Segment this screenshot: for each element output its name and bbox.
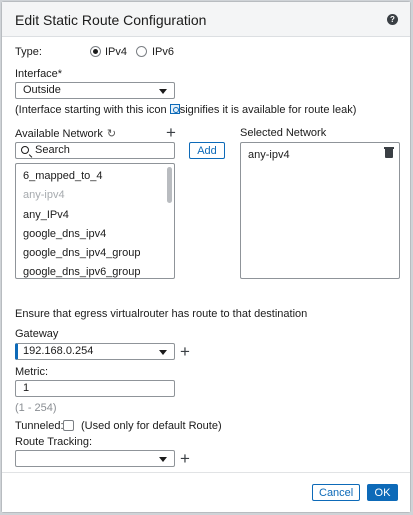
interface-select[interactable]: Outside — [15, 82, 175, 99]
help-icon[interactable]: ? — [387, 14, 398, 25]
dialog-footer: Cancel OK — [2, 472, 410, 512]
list-scrollbar[interactable] — [167, 167, 172, 203]
dialog-header: Edit Static Route Configuration ? — [2, 2, 410, 37]
add-gateway-icon[interactable]: + — [180, 343, 190, 360]
route-leak-note-after: signifies it is available for route leak… — [179, 104, 357, 116]
network-search-input[interactable]: Search — [15, 142, 175, 159]
list-item[interactable]: google_dns_ipv4 — [23, 228, 106, 240]
route-tracking-label: Route Tracking: — [15, 436, 93, 448]
gateway-label: Gateway — [15, 328, 59, 340]
ipv4-radio-label[interactable]: IPv4 — [105, 46, 127, 58]
search-icon — [21, 146, 29, 154]
selected-network-item: any-ipv4 — [248, 149, 290, 161]
route-leak-note-before: (Interface starting with this icon — [15, 104, 170, 116]
route-leak-icon — [169, 104, 180, 114]
route-tracking-select[interactable] — [15, 450, 175, 467]
network-search-placeholder: Search — [35, 144, 70, 156]
interface-label: Interface* — [15, 68, 63, 80]
selected-network-list: any-ipv4 — [240, 142, 400, 279]
egress-note: Ensure that egress virtualrouter has rou… — [15, 308, 308, 320]
tunneled-label: Tunneled: — [15, 420, 64, 432]
gateway-select-value: 192.168.0.254 — [23, 345, 94, 357]
ipv6-radio[interactable] — [136, 46, 147, 57]
ipv4-radio[interactable] — [90, 46, 101, 57]
list-item: any-ipv4 — [23, 189, 65, 201]
interface-select-value: Outside — [23, 84, 61, 96]
gateway-select[interactable]: 192.168.0.254 — [15, 343, 175, 360]
type-label: Type: — [15, 46, 42, 58]
trash-icon[interactable] — [384, 147, 394, 158]
metric-input-value: 1 — [23, 382, 30, 394]
available-network-heading: Available Network ↻ — [15, 127, 116, 140]
tunneled-note: (Used only for default Route) — [81, 420, 222, 432]
ok-button[interactable]: OK — [367, 484, 398, 501]
available-network-label: Available Network — [15, 128, 103, 140]
refresh-icon[interactable]: ↻ — [107, 127, 116, 140]
chevron-down-icon — [159, 89, 167, 94]
metric-label: Metric: — [15, 366, 48, 378]
list-item[interactable]: any_IPv4 — [23, 209, 69, 221]
list-item[interactable]: google_dns_ipv4_group — [23, 247, 140, 259]
list-item[interactable]: google_dns_ipv6_group — [23, 266, 140, 278]
dialog-title: Edit Static Route Configuration — [15, 12, 207, 28]
add-network-object-icon[interactable]: + — [166, 124, 176, 141]
metric-range-hint: (1 - 254) — [15, 402, 57, 414]
available-network-list[interactable]: 6_mapped_to_4 any-ipv4 any_IPv4 google_d… — [15, 163, 175, 279]
chevron-down-icon — [159, 350, 167, 355]
metric-input[interactable]: 1 — [15, 380, 175, 397]
cancel-button[interactable]: Cancel — [312, 484, 360, 501]
add-network-button[interactable]: Add — [189, 142, 225, 159]
edit-static-route-dialog: Edit Static Route Configuration ? Type: … — [1, 1, 411, 513]
chevron-down-icon — [159, 457, 167, 462]
ipv6-radio-label[interactable]: IPv6 — [152, 46, 174, 58]
selected-network-label: Selected Network — [240, 127, 327, 139]
list-item[interactable]: 6_mapped_to_4 — [23, 170, 103, 182]
add-route-tracking-icon[interactable]: + — [180, 450, 190, 467]
route-leak-note: (Interface starting with this icon signi… — [15, 104, 356, 116]
tunneled-checkbox[interactable] — [63, 420, 74, 431]
